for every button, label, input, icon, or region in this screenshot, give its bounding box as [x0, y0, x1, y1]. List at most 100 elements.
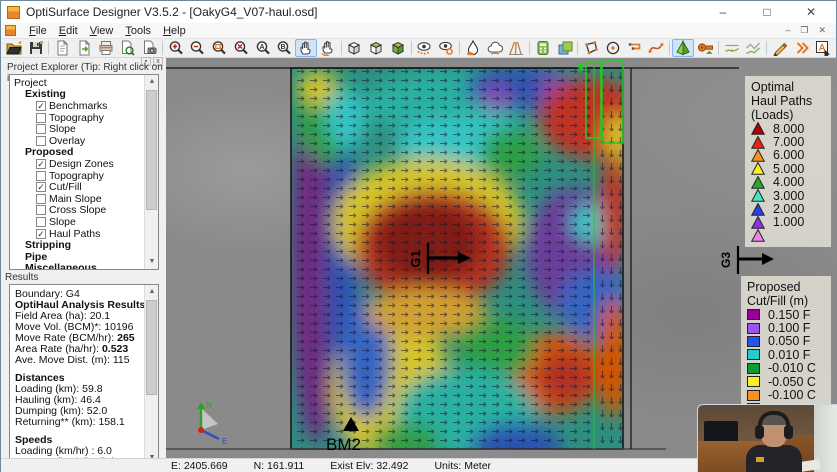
checkbox-unchecked[interactable] — [36, 136, 46, 146]
furrows-button[interactable] — [505, 39, 527, 57]
maximize-button[interactable]: □ — [756, 5, 778, 19]
zoom-window-button[interactable] — [208, 39, 230, 57]
zoom-in-button[interactable] — [165, 39, 187, 57]
tree-item-haul-paths[interactable]: ✓Haul Paths — [10, 228, 144, 240]
map-canvas[interactable]: G1 G3 BM2 N E — [166, 58, 837, 458]
draw-polygon-button[interactable] — [580, 39, 602, 57]
checkbox-unchecked[interactable] — [36, 217, 46, 227]
checkbox-checked[interactable]: ✓ — [36, 229, 46, 239]
cutfill-legend-entry: -0.100 C — [747, 388, 825, 401]
water-drop-button[interactable] — [462, 39, 484, 57]
section-chart-button[interactable] — [742, 39, 764, 57]
checkbox-checked[interactable]: ✓ — [36, 101, 46, 111]
earthworks-button[interactable] — [694, 39, 716, 57]
checkbox-checked[interactable]: ✓ — [36, 182, 46, 192]
tree-item-project[interactable]: Project — [10, 77, 144, 89]
menu-edit[interactable]: Edit — [53, 24, 84, 38]
tree-item-overlay[interactable]: Overlay — [10, 135, 144, 147]
haul-legend-entry: 6.000 — [751, 149, 825, 162]
view-3d-solid-button[interactable] — [387, 39, 409, 57]
menu-help[interactable]: Help — [157, 24, 192, 38]
snapshot-report-icon — [141, 40, 157, 56]
tree-item-slope[interactable]: Slope — [10, 216, 144, 228]
tree-item-cut-fill[interactable]: ✓Cut/Fill — [10, 181, 144, 193]
tree-item-design-zones[interactable]: ✓Design Zones — [10, 158, 144, 170]
tree-item-proposed[interactable]: Proposed — [10, 147, 144, 159]
print-preview-button[interactable] — [117, 39, 139, 57]
tree-item-existing[interactable]: Existing — [10, 89, 144, 101]
close-button[interactable]: ✕ — [800, 5, 822, 19]
zoom-a-button[interactable]: A — [252, 39, 274, 57]
tree-item-label: Overlay — [49, 135, 85, 147]
checkbox-unchecked[interactable] — [36, 124, 46, 134]
pan-button[interactable] — [295, 39, 317, 57]
draw-curve-button[interactable] — [646, 39, 668, 57]
tree-item-cross-slope[interactable]: Cross Slope — [10, 205, 144, 217]
menu-view[interactable]: View — [84, 24, 120, 38]
draw-circle-button[interactable] — [602, 39, 624, 57]
results-scrollbar[interactable]: ▲ ▼ — [144, 285, 158, 465]
scroll-down-icon[interactable]: ▼ — [145, 255, 159, 269]
axis-e-label: E — [222, 437, 227, 446]
mdi-restore-button[interactable]: ❐ — [800, 25, 808, 36]
headphone-cup — [755, 425, 764, 439]
cutfill-legend-value: -0.050 C — [768, 375, 816, 389]
checkbox-unchecked[interactable] — [36, 171, 46, 181]
tree-scrollbar[interactable]: ▲ ▼ — [144, 75, 158, 269]
tree-item-stripping[interactable]: Stripping — [10, 239, 144, 251]
tree-item-slope[interactable]: Slope — [10, 123, 144, 135]
scroll-up-icon[interactable]: ▲ — [145, 285, 159, 299]
checkbox-unchecked[interactable] — [36, 113, 46, 123]
menu-tools[interactable]: Tools — [119, 24, 157, 38]
menu-file[interactable]: File — [23, 24, 53, 38]
add-label-button[interactable]: A — [812, 39, 834, 57]
open-file-button[interactable] — [3, 39, 25, 57]
zoom-cancel-button[interactable] — [230, 39, 252, 57]
cutfill-legend-value: 0.010 F — [768, 348, 810, 362]
weather-button[interactable] — [484, 39, 506, 57]
more-tools-button[interactable] — [791, 39, 813, 57]
view-3d-button[interactable] — [344, 39, 366, 57]
layers-button[interactable] — [554, 39, 576, 57]
calculate-button[interactable] — [532, 39, 554, 57]
cutfill-color-swatch — [747, 376, 760, 387]
export-document-icon — [76, 40, 92, 56]
svg-text:BM2: BM2 — [326, 435, 361, 454]
import-document-button[interactable] — [51, 39, 73, 57]
tree-item-miscellaneous[interactable]: Miscellaneous — [10, 263, 144, 271]
tree-scroll-thumb[interactable] — [146, 90, 157, 210]
print-button[interactable] — [95, 39, 117, 57]
measure-button[interactable] — [769, 39, 791, 57]
export-document-button[interactable] — [73, 39, 95, 57]
tree-item-topography[interactable]: Topography — [10, 112, 144, 124]
show-contours-button[interactable] — [435, 39, 457, 57]
mdi-close-button[interactable]: ✕ — [818, 25, 826, 36]
checkbox-unchecked[interactable] — [36, 194, 46, 204]
zoom-a-icon: A — [255, 40, 271, 56]
snapshot-report-button[interactable] — [138, 39, 160, 57]
view-3d-surface-button[interactable] — [365, 39, 387, 57]
design-surface-button[interactable] — [672, 39, 694, 57]
zoom-b-button[interactable]: B — [273, 39, 295, 57]
legend-title: Optimal — [751, 80, 825, 94]
tree-item-benchmarks[interactable]: ✓Benchmarks — [10, 100, 144, 112]
show-points-button[interactable] — [414, 39, 436, 57]
checkbox-checked[interactable]: ✓ — [36, 159, 46, 169]
result-line: Returning** (km): 158.1 — [15, 417, 143, 428]
haul-triangle-icon — [751, 162, 765, 175]
mdi-minimize-button[interactable]: – — [785, 25, 790, 36]
save-file-button[interactable] — [25, 39, 47, 57]
axis-gizmo: N E — [197, 401, 227, 446]
tree-item-pipe[interactable]: Pipe — [10, 251, 144, 263]
tree-item-topography[interactable]: Topography — [10, 170, 144, 182]
orbit-button[interactable] — [317, 39, 339, 57]
zoom-out-button[interactable] — [187, 39, 209, 57]
results-scroll-thumb[interactable] — [146, 300, 157, 395]
g3-marker[interactable]: G3 — [719, 246, 774, 274]
tree-item-main-slope[interactable]: Main Slope — [10, 193, 144, 205]
draw-offset-button[interactable] — [624, 39, 646, 57]
scroll-up-icon[interactable]: ▲ — [145, 75, 159, 89]
checkbox-unchecked[interactable] — [36, 205, 46, 215]
profile-chart-button[interactable] — [721, 39, 743, 57]
minimize-button[interactable]: – — [712, 5, 734, 19]
